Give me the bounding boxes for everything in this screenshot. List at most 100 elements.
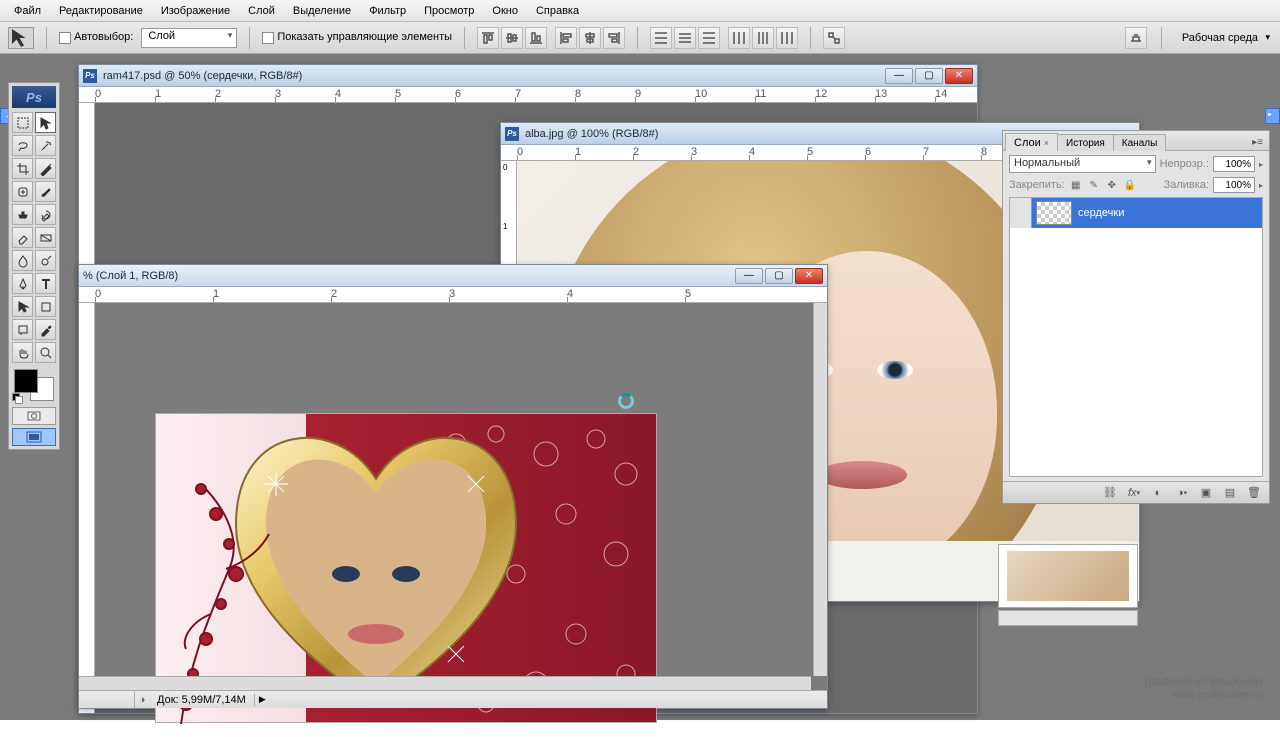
clone-stamp-tool[interactable] bbox=[12, 204, 33, 225]
titlebar[interactable]: % (Слой 1, RGB/8) — ▢ ✕ bbox=[79, 265, 827, 287]
align-vcenter-icon[interactable] bbox=[501, 27, 523, 49]
move-tool[interactable] bbox=[35, 112, 56, 133]
status-arrow-icon[interactable]: ▶ bbox=[259, 694, 266, 705]
crop-tool[interactable] bbox=[12, 158, 33, 179]
lasso-tool[interactable] bbox=[12, 135, 33, 156]
go-to-bridge-icon[interactable] bbox=[1125, 27, 1147, 49]
dock-collapse-right[interactable] bbox=[1265, 108, 1280, 124]
delete-layer-icon[interactable]: 🗑 bbox=[1243, 485, 1265, 501]
horizontal-ruler[interactable]: 01234567891011121314 bbox=[79, 87, 977, 103]
align-right-icon[interactable] bbox=[603, 27, 625, 49]
tab-layers[interactable]: Слои× bbox=[1005, 133, 1058, 151]
horizontal-ruler[interactable]: 012345 bbox=[79, 287, 827, 303]
dodge-tool[interactable] bbox=[35, 250, 56, 271]
active-tool-indicator[interactable] bbox=[8, 27, 34, 49]
layer-thumbnail[interactable] bbox=[1036, 201, 1072, 225]
status-icon[interactable]: ◑ bbox=[135, 694, 149, 706]
blend-mode-select[interactable]: Нормальный bbox=[1009, 155, 1156, 173]
menu-window[interactable]: Окно bbox=[484, 3, 526, 19]
menu-file[interactable]: Файл bbox=[6, 3, 49, 19]
shape-tool[interactable] bbox=[35, 296, 56, 317]
type-tool[interactable] bbox=[35, 273, 56, 294]
lock-all-icon[interactable]: 🔒 bbox=[1123, 178, 1137, 192]
menu-select[interactable]: Выделение bbox=[285, 3, 359, 19]
magic-wand-tool[interactable] bbox=[35, 135, 56, 156]
lock-pixels-icon[interactable]: ✎ bbox=[1087, 178, 1101, 192]
layer-visibility-toggle[interactable] bbox=[1010, 198, 1032, 228]
gradient-tool[interactable] bbox=[35, 227, 56, 248]
vertical-scrollbar[interactable] bbox=[813, 303, 827, 676]
menu-edit[interactable]: Редактирование bbox=[51, 3, 151, 19]
distribute-vcenter-icon[interactable] bbox=[674, 27, 696, 49]
auto-select-checkbox[interactable]: Автовыбор: bbox=[59, 31, 133, 43]
distribute-right-icon[interactable] bbox=[776, 27, 798, 49]
minimize-button[interactable]: — bbox=[885, 68, 913, 84]
canvas[interactable] bbox=[95, 303, 827, 708]
titlebar[interactable]: Ps ram417.psd @ 50% (сердечки, RGB/8#) —… bbox=[79, 65, 977, 87]
chevron-icon[interactable]: ▸ bbox=[1259, 160, 1263, 169]
quick-mask-toggle[interactable] bbox=[12, 407, 56, 425]
chevron-icon[interactable]: ▸ bbox=[1259, 181, 1263, 190]
blur-tool[interactable] bbox=[12, 250, 33, 271]
color-swatches[interactable] bbox=[12, 367, 56, 403]
document-size-info[interactable]: Док: 5,99M/7,14M bbox=[149, 694, 255, 706]
notes-tool[interactable] bbox=[12, 319, 33, 340]
zoom-field[interactable] bbox=[79, 691, 135, 708]
foreground-color-swatch[interactable] bbox=[14, 369, 38, 393]
menu-bar[interactable]: Файл Редактирование Изображение Слой Выд… bbox=[0, 0, 1280, 22]
healing-brush-tool[interactable] bbox=[12, 181, 33, 202]
close-button[interactable]: ✕ bbox=[795, 268, 823, 284]
tab-channels[interactable]: Каналы bbox=[1113, 134, 1167, 151]
align-hcenter-icon[interactable] bbox=[579, 27, 601, 49]
close-button[interactable]: ✕ bbox=[945, 68, 973, 84]
opacity-input[interactable] bbox=[1213, 156, 1255, 172]
menu-layer[interactable]: Слой bbox=[240, 3, 283, 19]
new-group-icon[interactable]: ▣ bbox=[1195, 485, 1217, 501]
align-bottom-icon[interactable] bbox=[525, 27, 547, 49]
maximize-button[interactable]: ▢ bbox=[765, 268, 793, 284]
layer-mask-icon[interactable]: ◐ bbox=[1147, 485, 1169, 501]
eyedropper-tool[interactable] bbox=[35, 319, 56, 340]
auto-align-icon[interactable] bbox=[823, 27, 845, 49]
align-top-icon[interactable] bbox=[477, 27, 499, 49]
adjustment-layer-icon[interactable]: ◑▾ bbox=[1171, 485, 1193, 501]
link-layers-icon[interactable]: ⛓ bbox=[1099, 485, 1121, 501]
eraser-tool[interactable] bbox=[12, 227, 33, 248]
show-transform-checkbox[interactable]: Показать управляющие элементы bbox=[262, 31, 452, 43]
layer-style-icon[interactable]: fx▾ bbox=[1123, 485, 1145, 501]
menu-filter[interactable]: Фильтр bbox=[361, 3, 414, 19]
hand-tool[interactable] bbox=[12, 342, 33, 363]
tab-history[interactable]: История bbox=[1057, 134, 1114, 151]
menu-view[interactable]: Просмотр bbox=[416, 3, 482, 19]
workspace-dropdown[interactable]: Рабочая среда bbox=[1176, 30, 1272, 46]
default-colors-icon[interactable] bbox=[12, 393, 22, 403]
pen-tool[interactable] bbox=[12, 273, 33, 294]
menu-image[interactable]: Изображение bbox=[153, 3, 238, 19]
navigator-thumbnail[interactable] bbox=[998, 544, 1138, 608]
distribute-top-icon[interactable] bbox=[650, 27, 672, 49]
path-selection-tool[interactable] bbox=[12, 296, 33, 317]
lock-position-icon[interactable]: ✥ bbox=[1105, 178, 1119, 192]
brush-tool[interactable] bbox=[35, 181, 56, 202]
vertical-ruler[interactable] bbox=[79, 303, 95, 708]
layer-row[interactable]: сердечки bbox=[1010, 198, 1262, 228]
layer-name[interactable]: сердечки bbox=[1076, 207, 1124, 219]
lock-transparency-icon[interactable]: ▦ bbox=[1069, 178, 1083, 192]
slice-tool[interactable] bbox=[35, 158, 56, 179]
history-brush-tool[interactable] bbox=[35, 204, 56, 225]
navigator-zoom-slider[interactable] bbox=[998, 610, 1138, 626]
align-left-icon[interactable] bbox=[555, 27, 577, 49]
auto-select-target[interactable]: Слой bbox=[141, 28, 237, 48]
menu-help[interactable]: Справка bbox=[528, 3, 587, 19]
distribute-left-icon[interactable] bbox=[728, 27, 750, 49]
horizontal-scrollbar[interactable] bbox=[79, 676, 811, 690]
new-layer-icon[interactable]: ▤ bbox=[1219, 485, 1241, 501]
panel-menu-icon[interactable]: ▸≡ bbox=[1248, 135, 1267, 150]
minimize-button[interactable]: — bbox=[735, 268, 763, 284]
close-icon[interactable]: × bbox=[1044, 138, 1049, 148]
distribute-bottom-icon[interactable] bbox=[698, 27, 720, 49]
layer-list[interactable]: сердечки bbox=[1009, 197, 1263, 477]
app-logo[interactable]: Ps bbox=[12, 86, 56, 108]
screen-mode-toggle[interactable] bbox=[12, 428, 56, 446]
distribute-hcenter-icon[interactable] bbox=[752, 27, 774, 49]
